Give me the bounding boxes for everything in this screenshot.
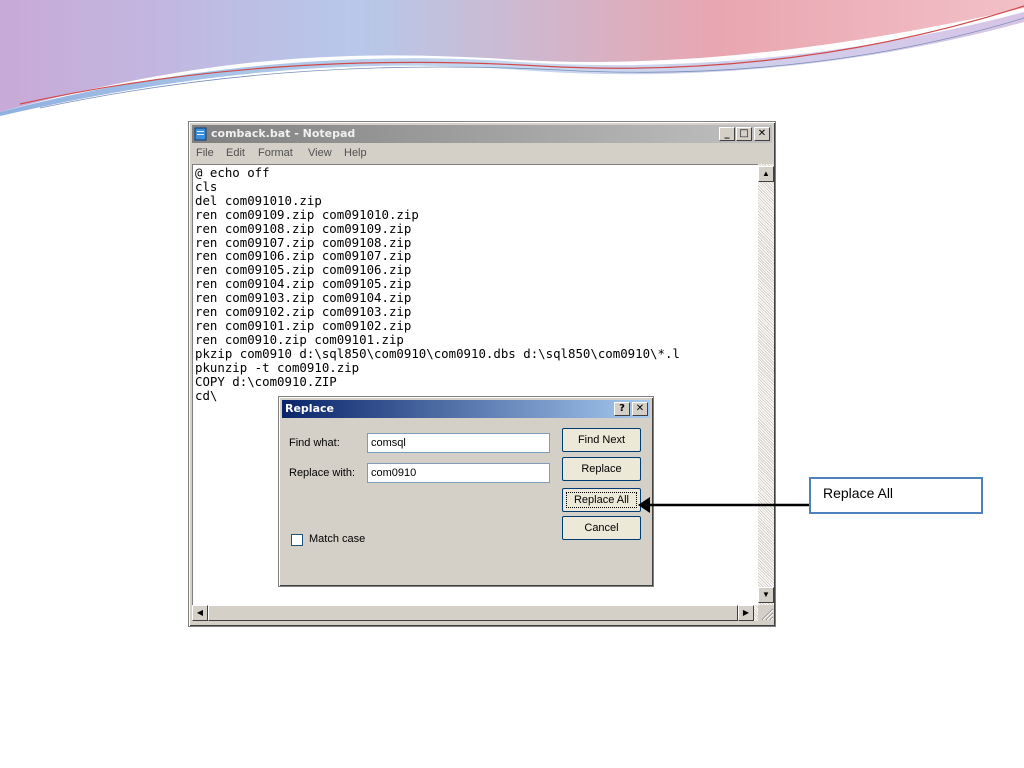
horizontal-scrollbar[interactable]: ◀ ▶: [192, 605, 758, 621]
replace-dialog-titlebar[interactable]: Replace ? ✕: [282, 400, 650, 418]
focus-rectangle: [566, 492, 637, 508]
callout-label-box: Replace All: [809, 477, 983, 514]
minimize-button[interactable]: _: [719, 127, 735, 141]
menu-file[interactable]: File: [196, 147, 214, 159]
menu-bar: File Edit Format View Help: [192, 144, 772, 162]
menu-help[interactable]: Help: [344, 147, 367, 159]
match-case-label[interactable]: Match case: [309, 533, 365, 545]
find-what-input[interactable]: [367, 433, 550, 453]
replace-button[interactable]: Replace: [562, 457, 641, 481]
scroll-left-button[interactable]: ◀: [192, 605, 208, 621]
maximize-button[interactable]: □: [736, 127, 752, 141]
scroll-right-button[interactable]: ▶: [738, 605, 754, 621]
notepad-titlebar[interactable]: comback.bat - Notepad _ □ ✕: [192, 125, 772, 143]
scroll-up-button[interactable]: ▲: [758, 166, 774, 182]
help-button[interactable]: ?: [614, 402, 630, 416]
editor-content[interactable]: @ echo off cls del com091010.zip ren com…: [195, 166, 680, 402]
size-grip-icon[interactable]: [758, 605, 774, 621]
replace-with-input[interactable]: [367, 463, 550, 483]
window-title: comback.bat - Notepad: [211, 127, 356, 140]
header-swoosh-decoration: [0, 0, 1024, 116]
callout-arrow-icon: [638, 497, 810, 513]
horizontal-scroll-thumb[interactable]: [208, 605, 738, 621]
callout-text: Replace All: [823, 485, 894, 501]
menu-view[interactable]: View: [308, 147, 332, 159]
dialog-title: Replace: [285, 402, 334, 415]
vertical-scrollbar[interactable]: ▲ ▼: [758, 164, 774, 612]
menu-format[interactable]: Format: [258, 147, 293, 159]
notepad-icon: [194, 127, 207, 141]
find-what-label: Find what:: [289, 437, 340, 449]
close-button[interactable]: ✕: [754, 127, 770, 141]
menu-edit[interactable]: Edit: [226, 147, 245, 159]
find-next-button[interactable]: Find Next: [562, 428, 641, 452]
match-case-checkbox[interactable]: [291, 534, 303, 546]
scroll-down-button[interactable]: ▼: [758, 587, 774, 603]
replace-with-label: Replace with:: [289, 467, 356, 479]
replace-all-button[interactable]: Replace All: [562, 488, 641, 512]
dialog-close-button[interactable]: ✕: [632, 402, 648, 416]
replace-dialog: Replace ? ✕ Find what: Replace with: Fin…: [278, 396, 654, 587]
cancel-button[interactable]: Cancel: [562, 516, 641, 540]
